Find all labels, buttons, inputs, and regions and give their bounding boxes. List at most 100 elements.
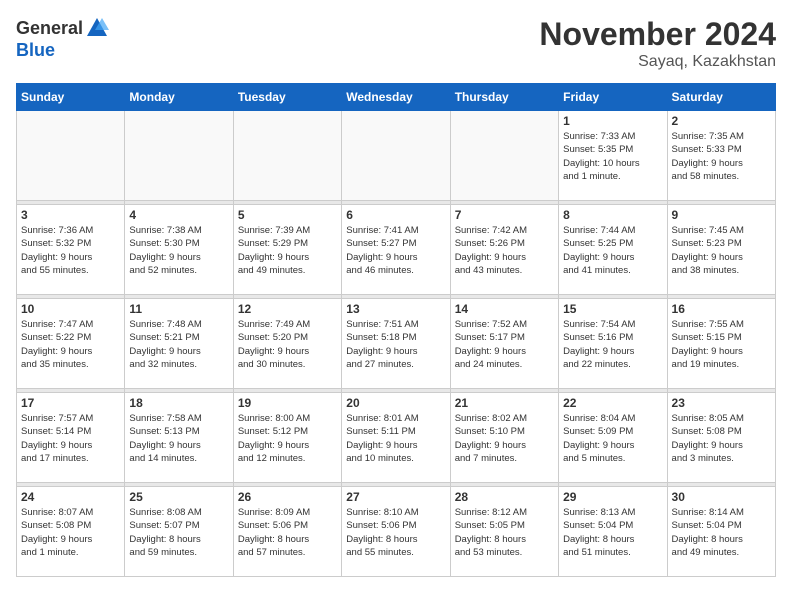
calendar-header-row: SundayMondayTuesdayWednesdayThursdayFrid… (17, 84, 776, 111)
day-number: 12 (238, 302, 337, 316)
calendar-cell (450, 111, 558, 201)
calendar-cell: 19Sunrise: 8:00 AMSunset: 5:12 PMDayligh… (233, 393, 341, 483)
calendar-cell (233, 111, 341, 201)
calendar-cell: 16 Sunrise: 7:55 AMSunset: 5:15 PMDayligh… (667, 299, 775, 389)
weekday-header: Wednesday (342, 84, 450, 111)
calendar-cell: 10 Sunrise: 7:47 AMSunset: 5:22 PMDayligh… (17, 299, 125, 389)
weekday-header: Tuesday (233, 84, 341, 111)
day-info: Sunrise: 8:05 AMSunset: 5:08 PMDaylight:… (672, 412, 771, 465)
calendar-cell: 17Sunrise: 7:57 AMSunset: 5:14 PMDayligh… (17, 393, 125, 483)
calendar-cell (342, 111, 450, 201)
day-info: Sunrise: 8:14 AMSunset: 5:04 PMDaylight:… (672, 506, 771, 559)
day-number: 14 (455, 302, 554, 316)
calendar-cell: 22 Sunrise: 8:04 AMSunset: 5:09 PMDayligh… (559, 393, 667, 483)
day-number: 1 (563, 114, 662, 128)
location-subtitle: Sayaq, Kazakhstan (539, 53, 776, 71)
page-header: General Blue November 2024 Sayaq, Kazakh… (16, 16, 776, 71)
calendar-cell: 25Sunrise: 8:08 AMSunset: 5:07 PMDayligh… (125, 487, 233, 577)
calendar-cell: 4 Sunrise: 7:38 AMSunset: 5:30 PMDaylight… (125, 205, 233, 295)
day-number: 5 (238, 208, 337, 222)
calendar-cell: 2Sunrise: 7:35 AMSunset: 5:33 PMDaylight… (667, 111, 775, 201)
day-number: 24 (21, 490, 120, 504)
day-info: Sunrise: 7:49 AMSunset: 5:20 PMDaylight:… (238, 318, 337, 371)
calendar-week-row: 3 Sunrise: 7:36 AMSunset: 5:32 PMDaylight… (17, 205, 776, 295)
calendar-cell: 11Sunrise: 7:48 AMSunset: 5:21 PMDayligh… (125, 299, 233, 389)
calendar-cell: 27 Sunrise: 8:10 AMSunset: 5:06 PMDayligh… (342, 487, 450, 577)
day-info: Sunrise: 7:47 AMSunset: 5:22 PMDaylight:… (21, 318, 120, 371)
day-number: 4 (129, 208, 228, 222)
day-number: 21 (455, 396, 554, 410)
logo-icon (85, 16, 109, 40)
day-info: Sunrise: 7:55 AMSunset: 5:15 PMDaylight:… (672, 318, 771, 371)
calendar-cell: 26 Sunrise: 8:09 AMSunset: 5:06 PMDayligh… (233, 487, 341, 577)
calendar-cell: 13Sunrise: 7:51 AMSunset: 5:18 PMDayligh… (342, 299, 450, 389)
day-info: Sunrise: 8:09 AMSunset: 5:06 PMDaylight:… (238, 506, 337, 559)
calendar-cell: 29 Sunrise: 8:13 AMSunset: 5:04 PMDayligh… (559, 487, 667, 577)
calendar-cell (125, 111, 233, 201)
logo: General Blue (16, 16, 109, 61)
day-number: 8 (563, 208, 662, 222)
day-info: Sunrise: 7:42 AMSunset: 5:26 PMDaylight:… (455, 224, 554, 277)
weekday-header: Sunday (17, 84, 125, 111)
day-info: Sunrise: 7:36 AMSunset: 5:32 PMDaylight:… (21, 224, 120, 277)
calendar-week-row: 10 Sunrise: 7:47 AMSunset: 5:22 PMDayligh… (17, 299, 776, 389)
calendar-table: SundayMondayTuesdayWednesdayThursdayFrid… (16, 83, 776, 577)
day-info: Sunrise: 7:38 AMSunset: 5:30 PMDaylight:… (129, 224, 228, 277)
weekday-header: Monday (125, 84, 233, 111)
day-info: Sunrise: 8:02 AMSunset: 5:10 PMDaylight:… (455, 412, 554, 465)
month-title: November 2024 (539, 16, 776, 53)
day-number: 27 (346, 490, 445, 504)
day-info: Sunrise: 7:33 AMSunset: 5:35 PMDaylight:… (563, 130, 662, 183)
day-number: 30 (672, 490, 771, 504)
day-info: Sunrise: 7:44 AMSunset: 5:25 PMDaylight:… (563, 224, 662, 277)
day-number: 18 (129, 396, 228, 410)
day-info: Sunrise: 7:52 AMSunset: 5:17 PMDaylight:… (455, 318, 554, 371)
day-info: Sunrise: 7:45 AMSunset: 5:23 PMDaylight:… (672, 224, 771, 277)
day-number: 10 (21, 302, 120, 316)
day-number: 17 (21, 396, 120, 410)
day-number: 7 (455, 208, 554, 222)
calendar-cell: 6Sunrise: 7:41 AMSunset: 5:27 PMDaylight… (342, 205, 450, 295)
calendar-cell: 1 Sunrise: 7:33 AMSunset: 5:35 PMDaylight… (559, 111, 667, 201)
calendar-cell: 24Sunrise: 8:07 AMSunset: 5:08 PMDayligh… (17, 487, 125, 577)
calendar-cell: 28 Sunrise: 8:12 AMSunset: 5:05 PMDayligh… (450, 487, 558, 577)
day-number: 3 (21, 208, 120, 222)
title-block: November 2024 Sayaq, Kazakhstan (539, 16, 776, 71)
day-info: Sunrise: 8:10 AMSunset: 5:06 PMDaylight:… (346, 506, 445, 559)
calendar-cell: 21 Sunrise: 8:02 AMSunset: 5:10 PMDayligh… (450, 393, 558, 483)
weekday-header: Friday (559, 84, 667, 111)
day-number: 16 (672, 302, 771, 316)
day-info: Sunrise: 8:04 AMSunset: 5:09 PMDaylight:… (563, 412, 662, 465)
day-info: Sunrise: 8:13 AMSunset: 5:04 PMDaylight:… (563, 506, 662, 559)
calendar-cell: 9 Sunrise: 7:45 AMSunset: 5:23 PMDaylight… (667, 205, 775, 295)
day-number: 9 (672, 208, 771, 222)
calendar-cell: 8 Sunrise: 7:44 AMSunset: 5:25 PMDaylight… (559, 205, 667, 295)
calendar-cell: 15 Sunrise: 7:54 AMSunset: 5:16 PMDayligh… (559, 299, 667, 389)
day-info: Sunrise: 7:48 AMSunset: 5:21 PMDaylight:… (129, 318, 228, 371)
day-number: 22 (563, 396, 662, 410)
day-info: Sunrise: 7:39 AMSunset: 5:29 PMDaylight:… (238, 224, 337, 277)
day-number: 13 (346, 302, 445, 316)
calendar-cell: 7 Sunrise: 7:42 AMSunset: 5:26 PMDaylight… (450, 205, 558, 295)
day-number: 2 (672, 114, 771, 128)
day-number: 28 (455, 490, 554, 504)
day-info: Sunrise: 8:12 AMSunset: 5:05 PMDaylight:… (455, 506, 554, 559)
day-number: 15 (563, 302, 662, 316)
weekday-header: Thursday (450, 84, 558, 111)
calendar-cell: 20Sunrise: 8:01 AMSunset: 5:11 PMDayligh… (342, 393, 450, 483)
day-number: 26 (238, 490, 337, 504)
calendar-week-row: 24Sunrise: 8:07 AMSunset: 5:08 PMDayligh… (17, 487, 776, 577)
day-info: Sunrise: 7:54 AMSunset: 5:16 PMDaylight:… (563, 318, 662, 371)
calendar-cell: 5 Sunrise: 7:39 AMSunset: 5:29 PMDaylight… (233, 205, 341, 295)
day-info: Sunrise: 8:01 AMSunset: 5:11 PMDaylight:… (346, 412, 445, 465)
calendar-cell: 23Sunrise: 8:05 AMSunset: 5:08 PMDayligh… (667, 393, 775, 483)
calendar-cell: 12 Sunrise: 7:49 AMSunset: 5:20 PMDayligh… (233, 299, 341, 389)
calendar-week-row: 1 Sunrise: 7:33 AMSunset: 5:35 PMDaylight… (17, 111, 776, 201)
day-number: 6 (346, 208, 445, 222)
logo-general-text: General (16, 18, 83, 39)
day-number: 29 (563, 490, 662, 504)
calendar-week-row: 17Sunrise: 7:57 AMSunset: 5:14 PMDayligh… (17, 393, 776, 483)
calendar-cell: 30 Sunrise: 8:14 AMSunset: 5:04 PMDayligh… (667, 487, 775, 577)
calendar-cell: 18Sunrise: 7:58 AMSunset: 5:13 PMDayligh… (125, 393, 233, 483)
day-number: 25 (129, 490, 228, 504)
